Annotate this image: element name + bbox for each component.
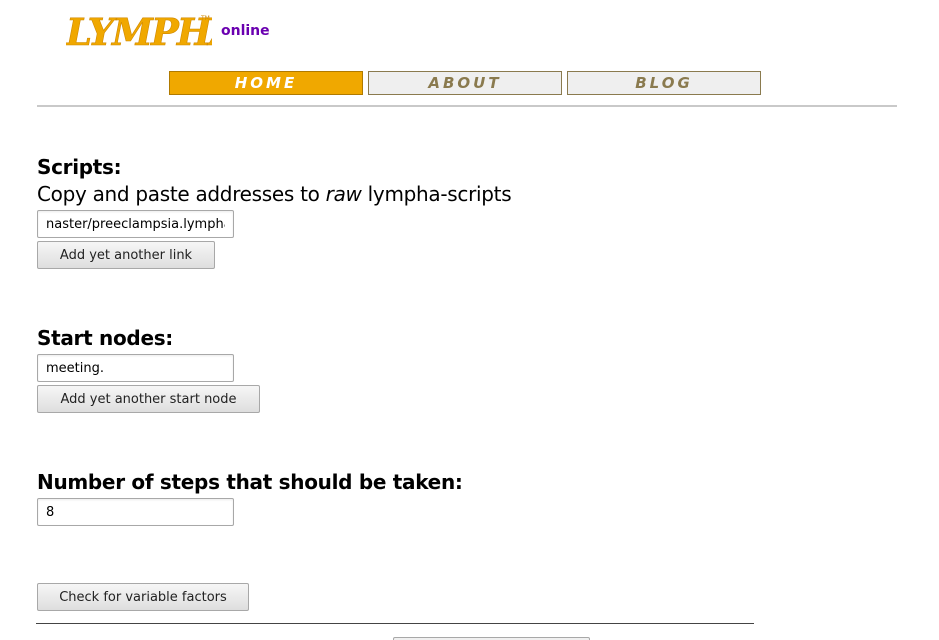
scripts-desc-emphasis: raw: [325, 182, 362, 206]
tab-about[interactable]: ABOUT: [368, 71, 562, 95]
lympha-logo-icon: LYMPHA TM: [66, 12, 212, 52]
add-link-button[interactable]: Add yet another link: [37, 241, 215, 269]
scripts-desc-suffix: lympha-scripts: [361, 182, 512, 206]
tab-about-label: ABOUT: [428, 74, 502, 92]
header-divider: [37, 105, 897, 107]
steps-input[interactable]: [37, 498, 234, 526]
steps-heading: Number of steps that should be taken:: [37, 470, 463, 494]
logo-tm: TM: [200, 15, 210, 22]
check-variable-factors-button[interactable]: Check for variable factors: [37, 583, 249, 611]
start-node-input[interactable]: [37, 354, 234, 382]
tab-blog-label: BLOG: [635, 74, 693, 92]
lympha-logo[interactable]: LYMPHA TM: [66, 12, 212, 52]
tab-home-label: HOME: [234, 74, 298, 92]
tab-home[interactable]: HOME: [169, 71, 363, 95]
main-nav: HOME ABOUT BLOG: [169, 71, 761, 95]
footer-divider: [36, 623, 754, 624]
scripts-description: Copy and paste addresses to raw lympha-s…: [37, 182, 512, 206]
logo-text: LYMPHA: [66, 12, 212, 52]
page: LYMPHA TM online HOME ABOUT BLOG Scripts…: [0, 0, 939, 640]
scripts-heading: Scripts:: [37, 155, 122, 179]
add-start-node-button[interactable]: Add yet another start node: [37, 385, 260, 413]
start-nodes-heading: Start nodes:: [37, 326, 174, 350]
script-url-input[interactable]: [37, 210, 234, 238]
tab-blog[interactable]: BLOG: [567, 71, 761, 95]
scripts-desc-prefix: Copy and paste addresses to: [37, 182, 326, 206]
online-label: online: [221, 23, 270, 39]
